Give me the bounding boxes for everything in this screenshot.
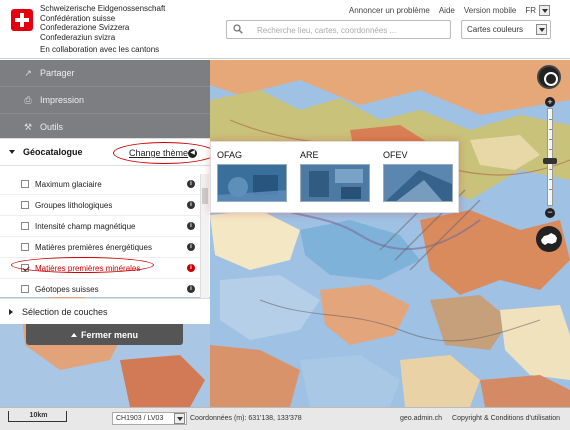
info-icon[interactable]: i (187, 264, 195, 272)
list-item[interactable]: Géotopes suisses i (0, 279, 201, 300)
zoom-out-button[interactable]: − (545, 208, 555, 218)
list-item[interactable]: Maximum glaciaire i (0, 174, 201, 195)
coordinate-system-value: CH1903 / LV03 (116, 415, 164, 422)
info-icon[interactable]: i (187, 201, 195, 209)
chevron-down-icon (174, 413, 185, 424)
help-link[interactable]: Aide (439, 6, 455, 15)
print-menu-item[interactable]: ⎙ Impression (0, 87, 210, 114)
tools-label: Outils (40, 122, 64, 132)
zoom-tick (549, 169, 552, 170)
list-item[interactable]: Groupes lithologiques i (0, 195, 201, 216)
language-value: FR (525, 6, 536, 15)
layer-selection-label: Sélection de couches (22, 306, 108, 317)
theme-thumbnail (383, 164, 453, 202)
legal-link[interactable]: Copyright & Conditions d'utilisation (452, 415, 560, 422)
highlight-ellipse (113, 142, 216, 164)
footer: 10km CH1903 / LV03 Coordonnées (m): 631'… (0, 407, 570, 430)
zoom-slider-handle[interactable] (543, 158, 557, 164)
catalog-title: Géocatalogue (23, 147, 83, 157)
tools-menu-item[interactable]: ⚒ Outils (0, 114, 210, 141)
coordinate-system-select[interactable]: CH1903 / LV03 (112, 412, 187, 425)
theme-tile-ofev[interactable]: OFEV (383, 150, 453, 202)
highlight-ellipse (11, 257, 154, 273)
theme-thumbnail (217, 164, 287, 202)
theme-thumbnail (300, 164, 370, 202)
zoom-in-button[interactable]: + (545, 97, 555, 107)
left-menu: ↗ Partager ⎙ Impression ⚒ Outils (0, 60, 210, 141)
caret-down-icon (9, 150, 15, 154)
search-icon (233, 24, 243, 34)
search-input[interactable] (257, 23, 437, 37)
share-label: Partager (40, 68, 75, 78)
layer-label: Groupes lithologiques (35, 200, 113, 210)
caret-up-icon (70, 332, 77, 337)
layer-checkbox[interactable] (21, 285, 29, 293)
zoom-tick (549, 179, 552, 180)
confed-name-rm: Confederaziun svizra (40, 32, 116, 42)
header: Schweizerische Eidgenossenschaft Confédé… (0, 0, 570, 59)
chevron-down-icon (539, 5, 550, 16)
swiss-cross-logo[interactable] (11, 9, 33, 31)
close-menu-button[interactable]: Fermer menu (26, 324, 183, 345)
zoom-tick (549, 189, 552, 190)
top-links: Annoncer un problème Aide Version mobile… (349, 5, 550, 16)
collaboration-text: En collaboration avec les cantons (40, 45, 160, 54)
theme-label: ARE (300, 150, 319, 160)
theme-tile-ofag[interactable]: OFAG (217, 150, 287, 202)
layer-list-scrollbar[interactable] (200, 174, 209, 298)
footer-links: geo.admin.ch Copyright & Conditions d'ut… (400, 415, 560, 422)
scale-label: 10km (29, 412, 48, 419)
layer-list: Maximum glaciaire i Groupes lithologique… (0, 174, 201, 300)
switzerland-extent-button[interactable] (536, 226, 562, 252)
zoom-slider[interactable] (547, 108, 553, 206)
layer-label: Matières premières énergétiques (35, 242, 152, 252)
theme-tile-are[interactable]: ARE (300, 150, 370, 202)
language-select[interactable]: FR (525, 5, 550, 16)
layer-label: Intensité champ magnétique (35, 221, 136, 231)
search-box[interactable] (226, 20, 451, 39)
coordinates-readout: Coordonnées (m): 631'138, 133'378 (190, 415, 302, 422)
theme-label: OFAG (217, 150, 243, 160)
info-icon[interactable]: i (187, 222, 195, 230)
report-problem-link[interactable]: Annoncer un problème (349, 6, 430, 15)
zoom-tick (549, 129, 552, 130)
site-link[interactable]: geo.admin.ch (400, 415, 442, 422)
switzerland-map-icon (541, 233, 557, 245)
confed-name-de: Schweizerische Eidgenossenschaft (40, 4, 166, 13)
layer-checkbox[interactable] (21, 180, 29, 188)
layer-checkbox[interactable] (21, 201, 29, 209)
layer-selection-header[interactable]: Sélection de couches (0, 298, 210, 324)
caret-right-icon (9, 308, 13, 315)
background-map-value: Cartes couleurs (467, 25, 524, 34)
printer-icon: ⎙ (24, 94, 32, 105)
layer-label: Géotopes suisses (35, 284, 99, 294)
zoom-tick (549, 139, 552, 140)
close-menu-label: Fermer menu (80, 329, 139, 340)
wrench-icon: ⚒ (23, 121, 33, 132)
confed-name-fr: Confédération suisse (40, 13, 116, 23)
info-icon[interactable]: i (187, 285, 195, 293)
zoom-tick (549, 119, 552, 120)
share-icon: ↗ (24, 67, 32, 78)
theme-selector-popup: OFAG ARE OFEV (210, 141, 459, 213)
geolocate-button[interactable] (537, 65, 561, 89)
layer-label: Maximum glaciaire (35, 179, 102, 189)
confed-name-it: Confederazione Svizzera (40, 23, 130, 32)
scale-bar: 10km (8, 411, 67, 422)
list-item[interactable]: Intensité champ magnétique i (0, 216, 201, 237)
chevron-down-icon (536, 24, 547, 35)
scrollbar-thumb[interactable] (202, 188, 208, 204)
info-icon[interactable]: i (187, 180, 195, 188)
theme-label: OFEV (383, 150, 408, 160)
background-map-select[interactable]: Cartes couleurs (461, 20, 551, 39)
print-label: Impression (40, 95, 85, 105)
layer-checkbox[interactable] (21, 222, 29, 230)
zoom-tick (549, 149, 552, 150)
layer-checkbox[interactable] (21, 243, 29, 251)
share-menu-item[interactable]: ↗ Partager (0, 60, 210, 87)
mobile-version-link[interactable]: Version mobile (464, 6, 516, 15)
info-icon[interactable]: i (187, 243, 195, 251)
confederation-names: Schweizerische Eidgenossenschaft Confédé… (40, 4, 165, 42)
list-item[interactable]: Matières premières énergétiques i (0, 237, 201, 258)
